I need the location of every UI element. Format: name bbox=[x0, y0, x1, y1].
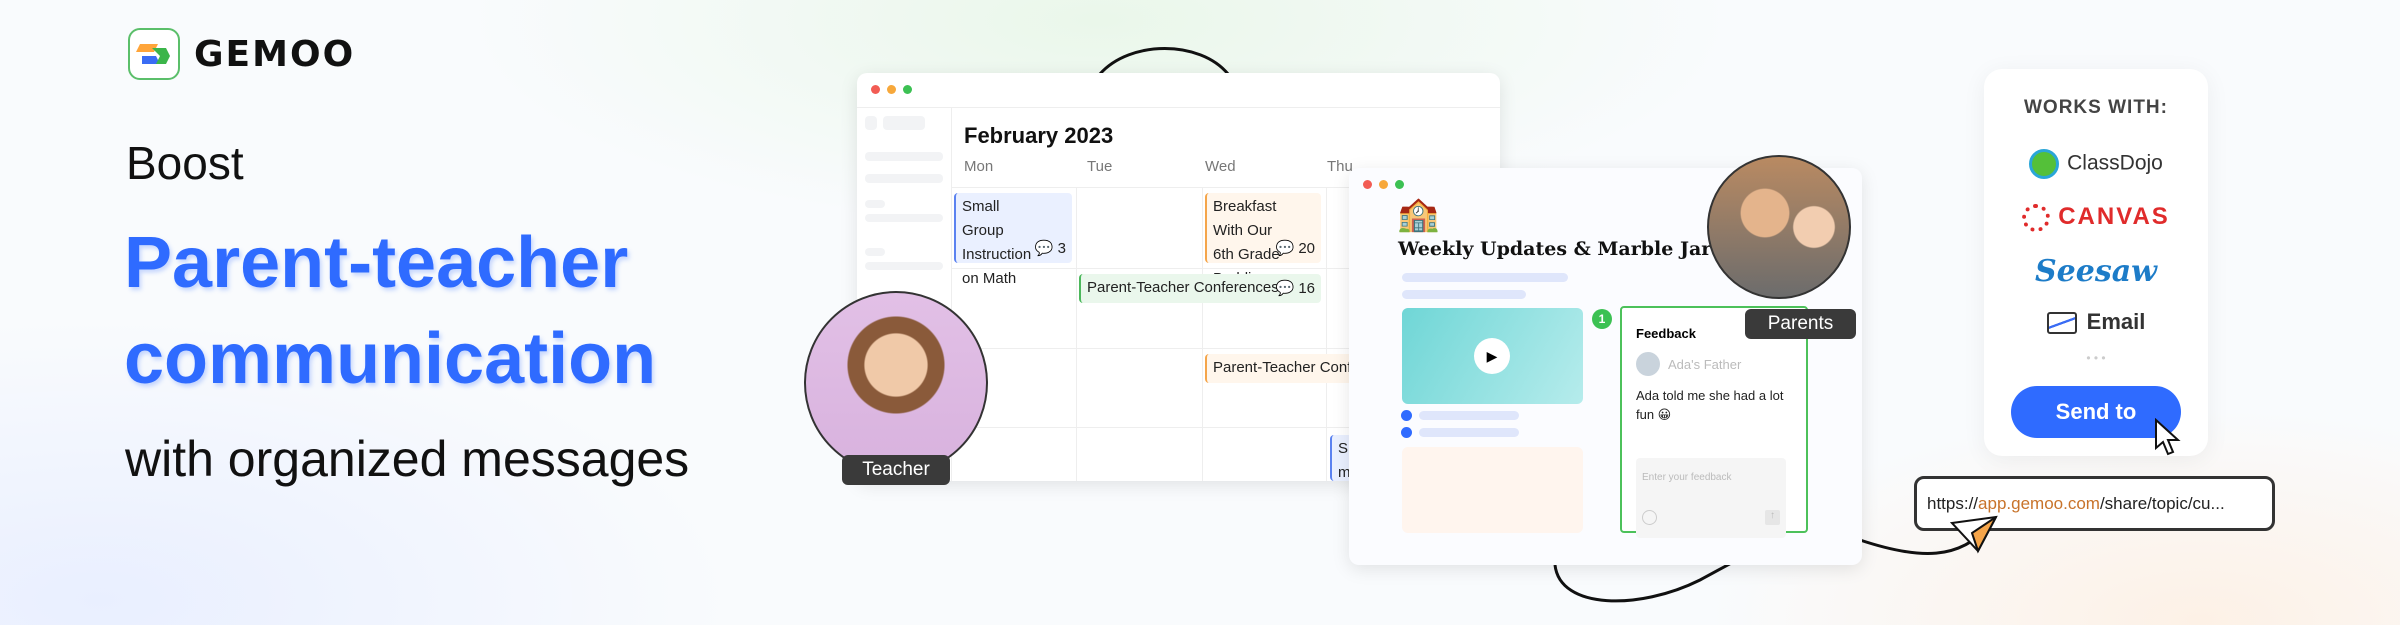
check-icon bbox=[1401, 410, 1412, 421]
day-tue: Tue bbox=[1087, 158, 1113, 175]
play-button[interactable]: ▶ bbox=[1474, 338, 1510, 374]
gemoo-logo-text: GEMOO bbox=[194, 34, 356, 75]
more-dots: • • • bbox=[2086, 351, 2106, 365]
event-conferences-2[interactable]: Parent-Teacher Conf bbox=[1205, 354, 1365, 383]
headline-parent-teacher: Parent-teacher bbox=[124, 223, 629, 303]
parents-label: Parents bbox=[1745, 309, 1856, 339]
seesaw-item: Seesaw bbox=[2035, 254, 2157, 289]
classdojo-icon bbox=[2029, 149, 2060, 179]
parents-avatar bbox=[1707, 155, 1851, 299]
email-item: Email bbox=[1984, 309, 2208, 335]
headline-boost: Boost bbox=[126, 137, 244, 189]
comment-count: 💬 20 bbox=[1275, 240, 1315, 257]
paper-plane-icon bbox=[1950, 515, 1998, 554]
event-conferences[interactable]: Parent-Teacher Conferences 💬 16 bbox=[1079, 274, 1321, 303]
email-icon bbox=[2046, 312, 2077, 335]
event-breakfast[interactable]: Breakfast With Our 6th Grade Buddies💬 20 bbox=[1205, 193, 1321, 287]
works-with-card: WORKS WITH: ClassDojo CANVAS Seesaw Emai… bbox=[1984, 69, 2208, 456]
window-controls bbox=[871, 85, 912, 94]
author-avatar bbox=[1636, 352, 1660, 376]
event-small-group[interactable]: Small Group Instruction on Math 💬 3 bbox=[954, 193, 1072, 287]
headline-communication: communication bbox=[124, 319, 657, 399]
headline-subtitle: with organized messages bbox=[125, 431, 690, 487]
school-icon: 🏫 bbox=[1397, 195, 1440, 233]
send-arrow-icon[interactable]: ↑ bbox=[1765, 510, 1780, 525]
emoji-icon[interactable] bbox=[1642, 510, 1657, 525]
cursor-icon bbox=[2155, 418, 2181, 456]
day-mon: Mon bbox=[964, 158, 994, 175]
video-thumbnail[interactable]: ▶ bbox=[1402, 308, 1583, 404]
teacher-label: Teacher bbox=[842, 455, 950, 485]
feedback-input[interactable]: Enter your feedback ↑ bbox=[1636, 458, 1786, 538]
comment-count: 💬 3 bbox=[1034, 240, 1066, 257]
calendar-month-title: February 2023 bbox=[964, 123, 1114, 148]
day-wed: Wed bbox=[1205, 158, 1236, 175]
classdojo-item: ClassDojo bbox=[1984, 149, 2208, 179]
canvas-item: CANVAS bbox=[1984, 203, 2208, 232]
comment-count: 💬 16 bbox=[1275, 280, 1315, 297]
gemoo-logo-icon bbox=[128, 28, 180, 80]
check-icon bbox=[1401, 427, 1412, 438]
feedback-badge: 1 bbox=[1592, 309, 1612, 329]
feedback-message: Ada told me she had a lot fun 😀 bbox=[1636, 388, 1784, 422]
feedback-card: Feedback Ada's Father Ada told me she ha… bbox=[1620, 306, 1808, 538]
canvas-icon bbox=[2022, 203, 2051, 232]
teacher-avatar bbox=[804, 291, 988, 475]
day-thu: Thu bbox=[1327, 158, 1353, 175]
works-with-heading: WORKS WITH: bbox=[2024, 97, 2168, 118]
image-placeholder-icon bbox=[1402, 447, 1583, 533]
window-controls bbox=[1363, 180, 1404, 189]
feedback-heading: Feedback bbox=[1636, 326, 1696, 341]
author-name: Ada's Father bbox=[1668, 357, 1742, 372]
